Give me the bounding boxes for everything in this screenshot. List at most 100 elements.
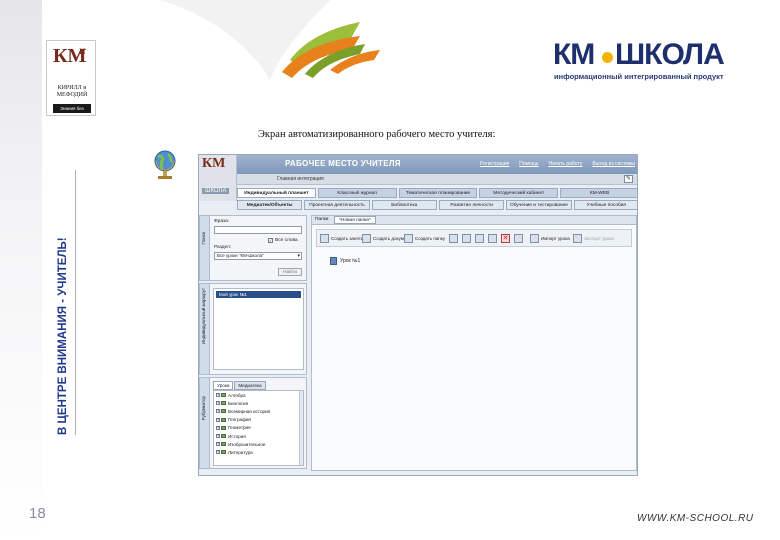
brand-km: КМ (553, 38, 595, 71)
link-registration[interactable]: Регистрация (480, 161, 509, 167)
tab-methodical-cabinet[interactable]: Методический кабинет (479, 188, 559, 198)
expand-icon[interactable]: + (216, 393, 220, 398)
lesson-file-icon (330, 257, 337, 265)
export-lesson-button[interactable]: Экспорт урока (573, 232, 614, 245)
list-item[interactable]: + География (214, 416, 303, 424)
scrollbar[interactable] (299, 391, 303, 465)
route-strip[interactable]: Индивидуальный маршрут (200, 284, 210, 374)
cut-icon[interactable] (449, 234, 458, 243)
book-icon (221, 425, 226, 430)
folder-item-lesson-1[interactable]: Урок №1 (330, 257, 360, 265)
secondary-tabs: Медиатек/Объекты Проектная деятельность … (237, 200, 637, 210)
move-icon[interactable] (514, 234, 523, 243)
find-button[interactable]: Найти (278, 268, 302, 276)
expand-icon[interactable]: + (216, 417, 220, 422)
create-folder-label: Создать папку (415, 236, 445, 241)
rubricator-strip[interactable]: Рубрикатор (200, 378, 210, 468)
tab-individual-tablet[interactable]: Индивидуальный планшет (237, 188, 316, 198)
tab-study-guides[interactable]: Учебные пособия (573, 200, 637, 210)
tab-mediateka-rubric[interactable]: Медиатека (234, 381, 266, 390)
list-item[interactable]: + Всемирная история (214, 407, 303, 415)
slide-caption: Экран автоматизированного рабочего место… (258, 129, 496, 140)
rubricator-strip-label: Рубрикатор (201, 396, 206, 421)
list-item[interactable]: + Геометрия (214, 424, 303, 432)
globe-icon (154, 150, 176, 179)
edit-icon[interactable]: ✎ (624, 175, 633, 183)
slide: КМ и КИРИЛЛ и МЕФОДИЙ Знания без границ … (0, 0, 780, 540)
export-lesson-label: Экспорт урока (584, 236, 614, 241)
logo-line2: МЕФОДИЙ (56, 92, 88, 98)
app-header: РАБОЧЕЕ МЕСТО УЧИТЕЛЯ Регистрация Помощь… (237, 155, 637, 174)
search-panel: Поиск Фраза: ✓ Все слова Раздел: Все уро… (199, 215, 307, 281)
tab-library[interactable]: Библиотека (371, 200, 437, 210)
rubricator-tabs: Уроки Медиатека (213, 381, 266, 390)
link-logout[interactable]: Выход из системы (592, 161, 635, 167)
individual-route-panel: Индивидуальный маршрут Мой урок №1 (199, 283, 307, 375)
list-item-label: Алгебра (228, 392, 246, 398)
list-item-label: Всемирная история (228, 408, 271, 414)
header-links: Регистрация Помощь Начать работу Выход и… (480, 161, 635, 167)
route-item-selected[interactable]: Мой урок №1 (216, 291, 301, 298)
app-logo-school: ШКОЛА (202, 188, 230, 194)
list-item-label: Геометрия (228, 425, 251, 431)
chevron-down-icon: ▾ (297, 253, 300, 259)
properties-icon[interactable] (488, 234, 497, 243)
export-icon (573, 234, 582, 243)
list-item-label: Биология (228, 400, 249, 406)
book-icon (221, 434, 226, 439)
vertical-title: В ЦЕНТРЕ ВНИМАНИЯ - УЧИТЕЛЬ! (57, 237, 69, 435)
km-publisher-logo: КМ и КИРИЛЛ и МЕФОДИЙ Знания без границ (46, 40, 96, 120)
phrase-input[interactable] (214, 226, 302, 234)
folders-toolbar: Создать занятие Создать документ Создать… (316, 229, 632, 247)
lesson-icon (320, 234, 329, 243)
logo-mark: КМ и (51, 43, 93, 83)
app-logo-letters: КМ (202, 156, 226, 171)
all-words-checkbox[interactable]: ✓ (268, 238, 273, 243)
delete-icon[interactable]: ✕ (501, 234, 510, 243)
tab-learning-testing[interactable]: Обучение и тестирование (506, 200, 572, 210)
expand-icon[interactable]: + (216, 442, 220, 447)
list-item[interactable]: + Биология (214, 399, 303, 407)
tab-lessons[interactable]: Уроки (213, 381, 234, 390)
tab-personality-development[interactable]: Развитие личности (438, 200, 505, 210)
list-item[interactable]: + Изобразительное (214, 440, 303, 448)
list-item[interactable]: + Литература (214, 448, 303, 456)
tab-project-activity[interactable]: Проектная деятельность (304, 200, 370, 210)
tab-thematic-planning[interactable]: Тематическое планирование (398, 188, 478, 198)
import-icon (530, 234, 539, 243)
link-start-work[interactable]: Начать работу (549, 161, 583, 167)
import-lesson-label: Импорт урока (541, 236, 570, 241)
list-item[interactable]: + Алгебра (214, 391, 303, 399)
book-icon (221, 442, 226, 447)
paste-icon[interactable] (475, 234, 484, 243)
create-lesson-label: Создать занятие (331, 236, 366, 241)
book-icon (221, 409, 226, 414)
expand-icon[interactable]: + (216, 434, 220, 439)
list-item-label: История (228, 433, 246, 439)
import-lesson-button[interactable]: Импорт урока (530, 232, 570, 245)
expand-icon[interactable]: + (216, 409, 220, 414)
expand-icon[interactable]: + (216, 425, 220, 430)
expand-icon[interactable]: + (216, 401, 220, 406)
teacher-workplace-app: КМ ШКОЛА РАБОЧЕЕ МЕСТО УЧИТЕЛЯ Регистрац… (198, 154, 638, 476)
footer-url[interactable]: WWW.KM-SCHOOL.RU (637, 513, 754, 524)
list-item-label: Литература (228, 449, 253, 455)
create-lesson-button[interactable]: Создать занятие (320, 232, 366, 245)
expand-icon[interactable]: + (216, 450, 220, 455)
list-item[interactable]: + История (214, 432, 303, 440)
copy-icon[interactable] (462, 234, 471, 243)
section-select[interactable]: Все уроки "КМ-Школа" ▾ (214, 252, 302, 260)
tab-class-journal[interactable]: Классный журнал (317, 188, 397, 198)
create-folder-button[interactable]: Создать папку (404, 232, 445, 245)
folders-panel: Папки *Новая папка* Создать занятие Созд… (311, 215, 637, 471)
tab-km-web[interactable]: КМ-WEB (560, 188, 637, 198)
folder-icon (404, 234, 413, 243)
tab-new-folder[interactable]: *Новая папка* (334, 216, 376, 224)
link-help[interactable]: Помощь (519, 161, 538, 167)
list-item-label: География (228, 417, 251, 423)
search-strip[interactable]: Поиск (200, 216, 210, 280)
folders-label: Папки (315, 217, 329, 222)
logo-tagline: Знания без границ (53, 104, 91, 120)
tab-mediateka[interactable]: Медиатек/Объекты (237, 200, 303, 210)
km-school-brand: КМ ШКОЛА информационный интегрированный … (553, 38, 753, 82)
